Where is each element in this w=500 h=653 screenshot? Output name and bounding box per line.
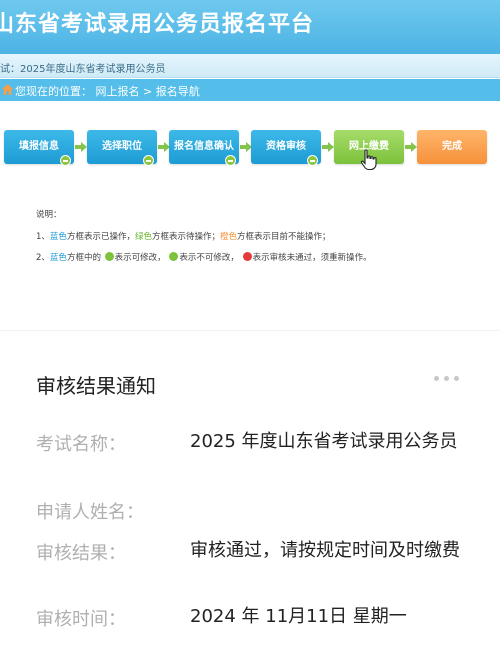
arrow-right-icon <box>322 142 334 152</box>
lock-icon <box>143 155 154 166</box>
locked-icon <box>169 252 179 261</box>
site-header: 山东省考试录用公务员报名平台 <box>0 0 500 54</box>
review-time-value: 2024 年 11月11日 星期一 <box>190 606 407 627</box>
exam-name-label: 考试名称： <box>36 434 126 455</box>
review-result-label: 审核结果： <box>36 543 126 564</box>
arrow-right-icon <box>75 142 87 152</box>
step-label: 完成 <box>442 141 462 152</box>
instruction-line-2: 2、蓝色方框中的 表示可修改， 表示不可修改， 表示审核未通过，须重新操作。 <box>36 252 372 263</box>
step-label: 资格审核 <box>266 141 306 152</box>
lock-icon <box>225 155 236 166</box>
step-fill-info[interactable]: 填报信息 <box>4 130 74 166</box>
step-label: 报名信息确认 <box>174 141 234 152</box>
instructions-title: 说明： <box>36 210 62 220</box>
breadcrumb: 您现在的位置： 网上报名 > 报名导航 <box>15 85 200 98</box>
error-icon <box>242 252 252 261</box>
exam-name-text: 试：2025年度山东省考试录用公务员 <box>0 64 166 75</box>
hand-cursor-icon <box>360 149 377 171</box>
step-confirm-info[interactable]: 报名信息确认 <box>169 130 239 166</box>
step-qualification-review[interactable]: 资格审核 <box>251 130 321 166</box>
step-select-position[interactable]: 选择职位 <box>87 130 157 166</box>
notice-title: 审核结果通知 <box>36 374 156 398</box>
arrow-right-icon <box>405 142 417 152</box>
lock-icon <box>60 155 71 166</box>
review-result-value: 审核通过，请按规定时间及时缴费 <box>190 540 460 561</box>
review-time-label: 审核时间： <box>36 609 126 630</box>
location-bar: 您现在的位置： 网上报名 > 报名导航 <box>0 79 500 101</box>
editable-icon <box>104 252 114 261</box>
home-icon[interactable] <box>1 83 14 96</box>
site-title: 山东省考试录用公务员报名平台 <box>0 12 315 37</box>
exam-info-bar: 试：2025年度山东省考试录用公务员 <box>0 54 500 78</box>
instruction-line-1: 1、蓝色方框表示已操作，绿色方框表示待操作；橙色方框表示目前不能操作； <box>36 232 331 242</box>
step-label: 选择职位 <box>102 141 142 152</box>
step-complete[interactable]: 完成 <box>417 130 487 164</box>
applicant-name-label: 申请人姓名： <box>36 502 144 523</box>
step-label: 填报信息 <box>19 141 59 152</box>
divider <box>0 330 500 331</box>
more-options-icon[interactable] <box>434 376 464 384</box>
check-icon <box>307 155 318 166</box>
progress-steps: 填报信息 选择职位 报名信息确认 资格审核 网上缴费 完成 <box>0 128 500 168</box>
exam-name-value: 2025 年度山东省考试录用公务员 <box>190 431 458 452</box>
